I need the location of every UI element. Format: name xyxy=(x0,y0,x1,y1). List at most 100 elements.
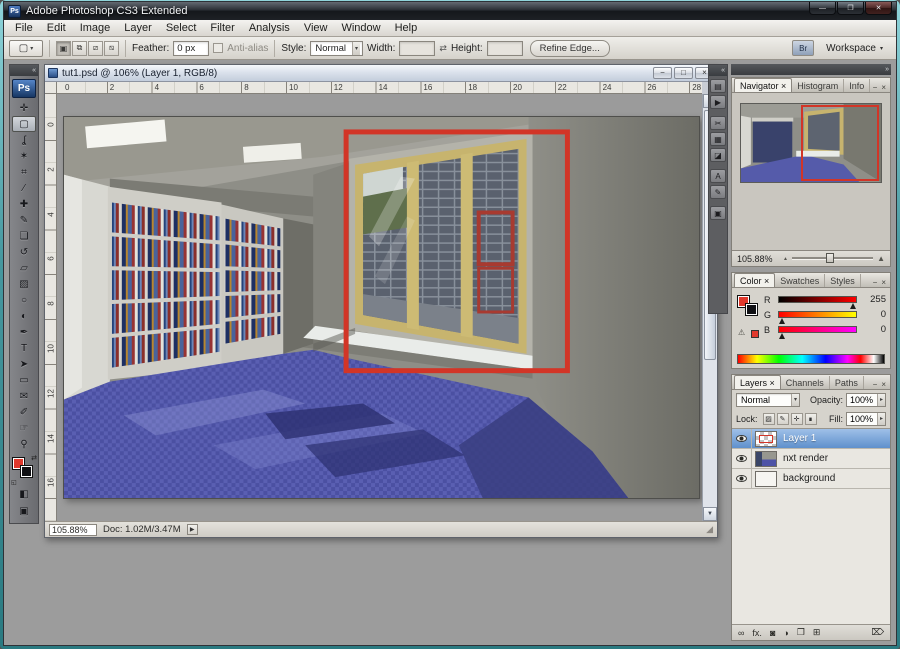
g-channel-slider[interactable] xyxy=(778,311,857,318)
navigator-zoom-slider[interactable] xyxy=(792,257,873,260)
fill-input[interactable]: 100% ▸ xyxy=(846,412,886,426)
titlebar[interactable]: Ps Adobe Photoshop CS3 Extended — ❐ ✕ xyxy=(4,2,896,20)
tab-channels[interactable]: Channels xyxy=(781,376,830,389)
swap-colors-icon[interactable]: ⇄ xyxy=(31,454,37,462)
r-channel-slider[interactable] xyxy=(778,296,857,303)
slider-thumb-icon[interactable] xyxy=(779,333,785,339)
delete-layer-icon[interactable]: ⌦ xyxy=(871,627,884,638)
eyedropper-tool[interactable]: ✐ xyxy=(12,404,36,420)
b-channel-slider[interactable] xyxy=(778,326,857,333)
document-titlebar[interactable]: tut1.psd @ 106% (Layer 1, RGB/8) − □ × xyxy=(45,65,717,82)
layer-row[interactable]: nxt render xyxy=(732,449,890,469)
blend-mode-select[interactable]: Normal ▾ xyxy=(736,393,800,407)
toolbox-ps-logo[interactable]: Ps xyxy=(12,79,36,98)
visibility-cell[interactable] xyxy=(732,469,752,488)
navigator-zoom-value[interactable]: 105.88% xyxy=(737,254,779,264)
slider-thumb-icon[interactable] xyxy=(779,318,785,324)
move-tool[interactable]: ✛ xyxy=(12,100,36,116)
panel-close-icon[interactable]: × xyxy=(879,380,888,389)
minimize-button[interactable]: — xyxy=(809,2,836,15)
navigator-view-box[interactable] xyxy=(801,105,879,181)
magic-wand-tool[interactable]: ✶ xyxy=(12,148,36,164)
slice-tool[interactable]: ∕ xyxy=(12,180,36,196)
lock-transparency-icon[interactable]: ▨ xyxy=(763,413,775,425)
document-maximize-button[interactable]: □ xyxy=(674,67,693,79)
panel-minimize-icon[interactable]: − xyxy=(871,83,880,92)
pencil-panel-icon[interactable]: ✎ xyxy=(710,185,726,199)
visibility-eye-icon[interactable] xyxy=(736,455,747,462)
history-brush-tool[interactable]: ↺ xyxy=(12,244,36,260)
new-selection-icon[interactable]: ▣ xyxy=(56,41,71,56)
feather-input[interactable]: 0 px xyxy=(173,41,209,56)
panel-close-icon[interactable]: × xyxy=(879,278,888,287)
lock-position-icon[interactable]: ✛ xyxy=(791,413,803,425)
style-select[interactable]: Normal ▾ xyxy=(310,41,363,56)
lock-all-icon[interactable]: ∎ xyxy=(805,413,817,425)
panel-minimize-icon[interactable]: − xyxy=(871,278,880,287)
pen-tool[interactable]: ✒ xyxy=(12,324,36,340)
intersect-selection-icon[interactable]: ⧅ xyxy=(104,41,119,56)
panel-close-icon[interactable]: × xyxy=(879,83,888,92)
lock-pixels-icon[interactable]: ✎ xyxy=(777,413,789,425)
zoom-out-mountain-icon[interactable]: ▲ xyxy=(783,256,788,262)
screen-mode-button[interactable]: ▣ xyxy=(12,503,36,519)
slider-thumb-icon[interactable] xyxy=(850,303,856,309)
canvas-area[interactable] xyxy=(57,94,702,521)
workspace-menu-button[interactable]: Workspace ▾ xyxy=(822,41,887,56)
navigator-preview[interactable] xyxy=(732,93,890,250)
lasso-tool[interactable]: ʆ xyxy=(12,132,36,148)
tab-paths[interactable]: Paths xyxy=(830,376,864,389)
tab-histogram[interactable]: Histogram xyxy=(792,79,844,92)
toolbox-collapse-chevron-icon[interactable]: « xyxy=(10,65,38,76)
zoom-in-mountain-icon[interactable]: ▲ xyxy=(877,254,885,263)
grid-panel-icon[interactable]: ▤ xyxy=(710,79,726,93)
shape-tool[interactable]: ▭ xyxy=(12,372,36,388)
gradient-tool[interactable]: ▨ xyxy=(12,276,36,292)
scroll-down-icon[interactable]: ▼ xyxy=(703,507,717,521)
rectangular-marquee-tool[interactable]: ▢ xyxy=(12,116,36,132)
layer-style-icon[interactable]: fx. xyxy=(752,628,762,638)
color-panel-swatches[interactable] xyxy=(737,295,761,319)
resize-grip-icon[interactable]: ◢ xyxy=(706,524,713,535)
swatch-panel-icon[interactable]: ▦ xyxy=(710,132,726,146)
path-selection-tool[interactable]: ➤ xyxy=(12,356,36,372)
maximize-button[interactable]: ❐ xyxy=(837,2,864,15)
menu-view[interactable]: View xyxy=(297,21,335,35)
menu-window[interactable]: Window xyxy=(334,21,387,35)
canvas-image-wrapper[interactable] xyxy=(63,116,700,499)
dock-collapse-chevron-icon[interactable]: » xyxy=(731,64,891,75)
blur-tool[interactable]: ○ xyxy=(12,292,36,308)
quick-mask-button[interactable]: ◧ xyxy=(12,486,36,502)
visibility-cell[interactable] xyxy=(732,449,752,468)
visibility-eye-icon[interactable] xyxy=(736,475,747,482)
link-layers-icon[interactable]: ∞ xyxy=(738,628,744,638)
zoom-slider-thumb[interactable] xyxy=(826,253,834,263)
hand-tool[interactable]: ☞ xyxy=(12,420,36,436)
document-minimize-button[interactable]: − xyxy=(653,67,672,79)
canvas-image[interactable] xyxy=(64,117,699,498)
tab-styles[interactable]: Styles xyxy=(825,274,861,287)
menu-filter[interactable]: Filter xyxy=(203,21,241,35)
layer-row[interactable]: background xyxy=(732,469,890,489)
healing-brush-tool[interactable]: ✚ xyxy=(12,196,36,212)
brush-tool[interactable]: ✎ xyxy=(12,212,36,228)
navigator-thumbnail[interactable] xyxy=(740,103,882,183)
type-tool[interactable]: T xyxy=(12,340,36,356)
color-spectrum-ramp[interactable] xyxy=(737,354,885,364)
antialias-checkbox[interactable] xyxy=(213,43,223,53)
eraser-tool[interactable]: ▱ xyxy=(12,260,36,276)
gamut-color-chip[interactable] xyxy=(751,330,759,338)
tab-info[interactable]: Info xyxy=(844,79,870,92)
tab-layers[interactable]: Layers × xyxy=(734,375,781,389)
subtract-from-selection-icon[interactable]: ⧄ xyxy=(88,41,103,56)
mask-panel-icon[interactable]: ◪ xyxy=(710,148,726,162)
strip-collapse-chevron-icon[interactable]: « xyxy=(709,65,727,76)
height-input[interactable] xyxy=(487,41,523,56)
width-input[interactable] xyxy=(399,41,435,56)
panel-box-icon[interactable]: ▣ xyxy=(710,206,726,220)
menu-help[interactable]: Help xyxy=(388,21,425,35)
close-button[interactable]: ✕ xyxy=(865,2,892,15)
gamut-warning-icon[interactable]: ⚠ xyxy=(738,328,745,337)
menu-layer[interactable]: Layer xyxy=(117,21,159,35)
tool-preset-picker[interactable]: ▢ ▾ xyxy=(9,40,43,57)
